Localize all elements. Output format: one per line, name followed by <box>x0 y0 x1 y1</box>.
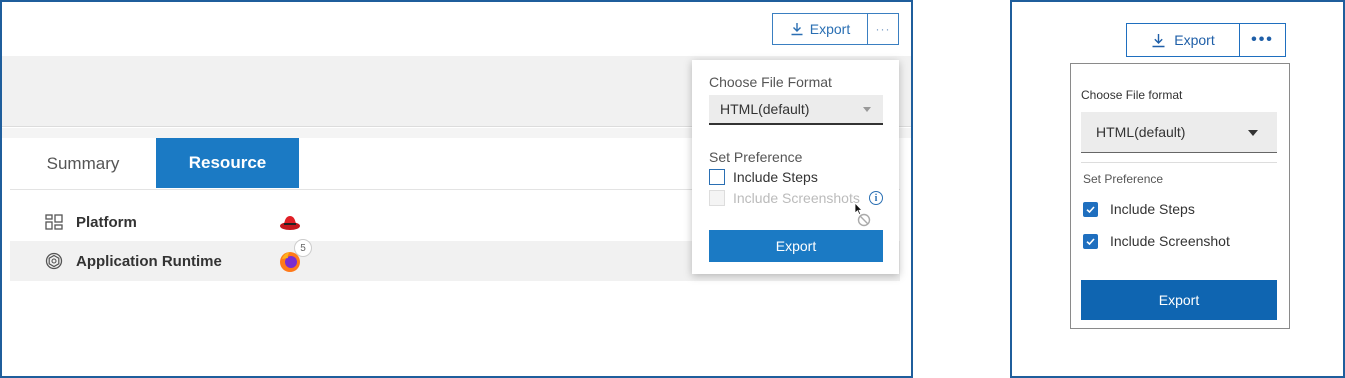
firefox-logo-icon: 5 <box>278 239 312 273</box>
grid-icon <box>44 212 64 232</box>
include-screenshot-checkbox[interactable] <box>1083 233 1098 249</box>
export-button-group: Export ••• <box>1126 23 1286 57</box>
chevron-down-icon <box>863 107 871 112</box>
file-format-value: HTML(default) <box>720 101 810 117</box>
popover-export-label: Export <box>1158 292 1200 308</box>
redhat-logo-icon <box>278 210 302 234</box>
export-button[interactable]: Export <box>1126 23 1240 57</box>
preference-label: Set Preference <box>709 149 803 165</box>
right-mockup-panel: Export ••• Choose File format HTML(defau… <box>1010 0 1345 378</box>
more-options-button[interactable]: ••• <box>1240 23 1286 57</box>
popover-export-button[interactable]: Export <box>709 230 883 262</box>
download-icon <box>791 23 803 36</box>
preference-label: Set Preference <box>1083 172 1164 186</box>
popover-export-label: Export <box>775 238 817 254</box>
include-steps-checkbox[interactable] <box>709 169 725 185</box>
export-button[interactable]: Export <box>772 13 868 45</box>
more-icon: ··· <box>875 22 891 36</box>
include-steps-option[interactable]: Include Steps <box>709 169 818 185</box>
file-format-select[interactable]: HTML(default) <box>709 95 883 125</box>
row-label: Application Runtime <box>76 252 222 270</box>
include-steps-checkbox[interactable] <box>1083 201 1098 217</box>
tab-resource-label: Resource <box>188 153 267 172</box>
more-icon: ••• <box>1251 31 1274 48</box>
include-screenshots-checkbox[interactable] <box>709 190 725 206</box>
include-screenshot-label: Include Screenshot <box>1110 233 1230 249</box>
chevron-down-icon <box>1248 130 1258 136</box>
tab-summary-label: Summary <box>46 154 120 173</box>
include-steps-label: Include Steps <box>1110 201 1195 217</box>
check-icon <box>1086 205 1095 213</box>
count-badge: 5 <box>294 239 312 257</box>
runtime-icon <box>44 251 64 271</box>
popover-export-button[interactable]: Export <box>1081 280 1277 320</box>
include-steps-option[interactable]: Include Steps <box>1083 201 1195 217</box>
export-popover: Choose File Format HTML(default) Set Pre… <box>692 60 899 274</box>
file-format-label: Choose File format <box>1081 88 1183 102</box>
file-format-label: Choose File Format <box>709 74 832 90</box>
file-format-value: HTML(default) <box>1096 124 1186 140</box>
export-button-group: Export ··· <box>772 13 899 45</box>
download-icon <box>1152 33 1165 47</box>
tab-summary[interactable]: Summary <box>10 138 156 190</box>
divider <box>1081 162 1277 163</box>
tab-resource[interactable]: Resource <box>156 138 299 188</box>
check-icon <box>1086 237 1095 245</box>
include-screenshots-label: Include Screenshots <box>733 190 860 206</box>
include-screenshots-option[interactable]: Include Screenshots <box>709 190 860 206</box>
row-label: Platform <box>76 213 137 231</box>
more-options-button[interactable]: ··· <box>868 13 899 45</box>
include-screenshot-option[interactable]: Include Screenshot <box>1083 233 1230 249</box>
file-format-select[interactable]: HTML(default) <box>1081 112 1277 153</box>
export-popover: Choose File format HTML(default) Set Pre… <box>1070 63 1290 329</box>
export-button-label: Export <box>1174 32 1215 48</box>
left-screenshot-panel: Export ··· Summary Resource Platform App… <box>0 0 913 378</box>
cursor-not-allowed-icon <box>854 202 871 227</box>
export-button-label: Export <box>809 21 851 37</box>
include-steps-label: Include Steps <box>733 169 818 185</box>
